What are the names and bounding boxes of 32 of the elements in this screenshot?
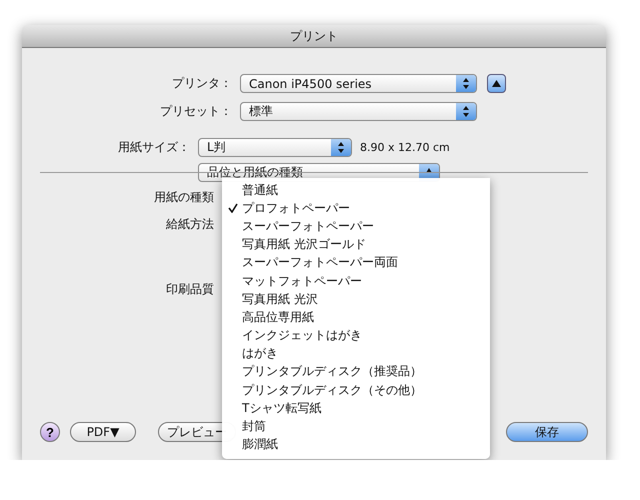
triangle-up-icon <box>492 80 501 87</box>
menu-item[interactable]: スーパーフォトペーパー両面 <box>222 254 490 272</box>
field-label: 用紙の種類 <box>153 189 215 206</box>
field-label: プリンタ： <box>171 75 233 92</box>
field-label: 印刷品質 <box>165 281 215 298</box>
popup-menu[interactable]: Canon iP4500 series <box>240 74 477 93</box>
menu-item[interactable]: Tシャツ転写紙 <box>222 399 490 418</box>
disclosure-button[interactable] <box>487 74 506 93</box>
menu-item[interactable]: 写真用紙 光沢ゴールド <box>222 236 490 254</box>
field-label: 用紙サイズ： <box>117 139 191 156</box>
menu-item[interactable]: マットフォトペーパー <box>222 272 490 290</box>
menu-item[interactable]: スーパーフォトペーパー <box>222 217 490 236</box>
help-button[interactable]: ? <box>40 422 60 442</box>
menu-item[interactable]: プリンタブルディスク（その他） <box>222 381 490 400</box>
menu-item[interactable]: プロフォトペーパー <box>222 199 490 218</box>
window-title: プリント <box>290 28 338 44</box>
paper-dimensions: 8.90 x 12.70 cm <box>360 141 450 154</box>
menu-item[interactable]: 普通紙 <box>222 181 490 200</box>
menu-item[interactable]: 高品位専用紙 <box>222 308 490 326</box>
menu-item[interactable]: 写真用紙 光沢 <box>222 290 490 308</box>
menu-item[interactable]: はがき <box>222 344 490 363</box>
menu-item[interactable]: プリンタブルディスク（推奨品） <box>222 362 490 382</box>
menu-item[interactable]: インクジェットはがき <box>222 326 490 345</box>
up-down-arrows-icon <box>456 103 476 120</box>
popup-menu[interactable]: 標準 <box>240 102 477 121</box>
field-label: 給紙方法 <box>165 216 215 233</box>
save-button[interactable]: 保存 <box>506 422 588 442</box>
popup-menu[interactable]: L判 <box>198 138 352 157</box>
pdf-button[interactable]: PDF▼ <box>70 422 136 442</box>
up-down-arrows-icon <box>331 139 351 156</box>
field-label: プリセット： <box>159 103 233 120</box>
up-down-arrows-icon <box>456 75 476 92</box>
